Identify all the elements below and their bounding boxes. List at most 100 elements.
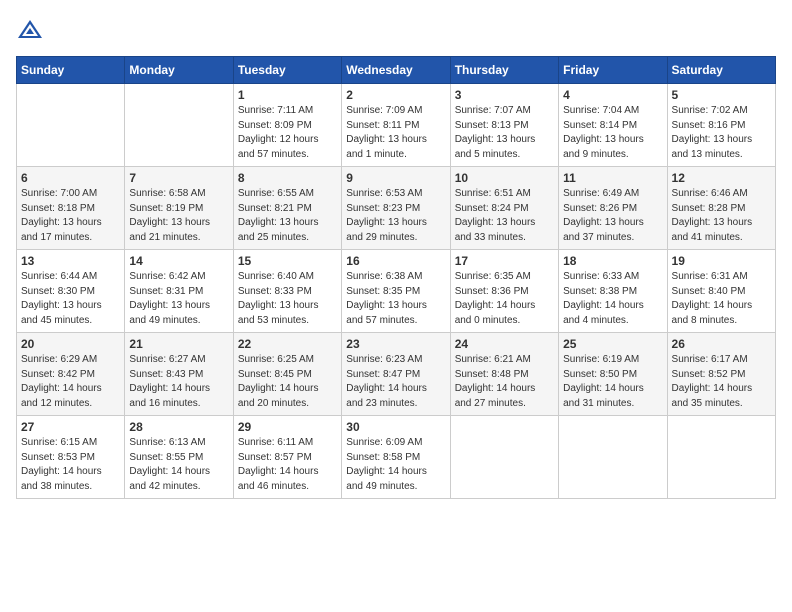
logo-icon — [16, 16, 44, 44]
calendar-cell: 14Sunrise: 6:42 AMSunset: 8:31 PMDayligh… — [125, 250, 233, 333]
calendar-week-row: 27 Sunrise: 6:15 AMSunset: 8:53 PMDayligh… — [17, 416, 776, 499]
day-info: Sunrise: 7:11 AMSunset: 8:09 PMDaylight:… — [238, 104, 337, 162]
calendar-cell: 10Sunrise: 6:51 AMSunset: 8:24 PMDayligh… — [450, 167, 558, 250]
calendar-week-row: 1 Sunrise: 7:11 AMSunset: 8:09 PMDaylight… — [17, 84, 776, 167]
calendar-cell: 13 Sunrise: 6:44 AMSunset: 8:30 PMDayligh… — [17, 250, 125, 333]
day-number: 27 — [21, 420, 120, 434]
logo — [16, 16, 48, 44]
calendar-cell — [17, 84, 125, 167]
weekday-header-row: SundayMondayTuesdayWednesdayThursdayFrid… — [17, 57, 776, 84]
calendar-week-row: 6 Sunrise: 7:00 AMSunset: 8:18 PMDaylight… — [17, 167, 776, 250]
day-info: Sunrise: 6:31 AMSunset: 8:40 PMDaylight:… — [672, 270, 771, 328]
day-info: Sunrise: 7:09 AMSunset: 8:11 PMDaylight:… — [346, 104, 445, 162]
calendar-cell: 25 Sunrise: 6:19 AMSunset: 8:50 PMDayligh… — [559, 333, 667, 416]
calendar-cell: 15Sunrise: 6:40 AMSunset: 8:33 PMDayligh… — [233, 250, 341, 333]
day-info: Sunrise: 6:53 AMSunset: 8:23 PMDaylight:… — [346, 187, 445, 245]
calendar-cell: 11Sunrise: 6:49 AMSunset: 8:26 PMDayligh… — [559, 167, 667, 250]
calendar-cell: 4 Sunrise: 7:04 AMSunset: 8:14 PMDaylight… — [559, 84, 667, 167]
day-info: Sunrise: 6:09 AMSunset: 8:58 PMDaylight:… — [346, 436, 445, 494]
weekday-header-sunday: Sunday — [17, 57, 125, 84]
calendar-cell — [667, 416, 775, 499]
day-number: 12 — [672, 171, 771, 185]
day-info: Sunrise: 6:21 AMSunset: 8:48 PMDaylight:… — [455, 353, 554, 411]
day-info: Sunrise: 6:25 AMSunset: 8:45 PMDaylight:… — [238, 353, 337, 411]
calendar-table: SundayMondayTuesdayWednesdayThursdayFrid… — [16, 56, 776, 499]
calendar-cell: 24 Sunrise: 6:21 AMSunset: 8:48 PMDayligh… — [450, 333, 558, 416]
day-info: Sunrise: 6:29 AMSunset: 8:42 PMDaylight:… — [21, 353, 120, 411]
calendar-cell: 2 Sunrise: 7:09 AMSunset: 8:11 PMDaylight… — [342, 84, 450, 167]
calendar-week-row: 20 Sunrise: 6:29 AMSunset: 8:42 PMDayligh… — [17, 333, 776, 416]
calendar-cell: 19 Sunrise: 6:31 AMSunset: 8:40 PMDayligh… — [667, 250, 775, 333]
day-number: 30 — [346, 420, 445, 434]
calendar-cell: 18 Sunrise: 6:33 AMSunset: 8:38 PMDayligh… — [559, 250, 667, 333]
day-number: 25 — [563, 337, 662, 351]
calendar-cell — [450, 416, 558, 499]
calendar-cell: 9 Sunrise: 6:53 AMSunset: 8:23 PMDaylight… — [342, 167, 450, 250]
calendar-cell: 8 Sunrise: 6:55 AMSunset: 8:21 PMDaylight… — [233, 167, 341, 250]
calendar-cell: 6 Sunrise: 7:00 AMSunset: 8:18 PMDaylight… — [17, 167, 125, 250]
day-number: 7 — [129, 171, 228, 185]
calendar-cell: 27 Sunrise: 6:15 AMSunset: 8:53 PMDayligh… — [17, 416, 125, 499]
day-info: Sunrise: 6:11 AMSunset: 8:57 PMDaylight:… — [238, 436, 337, 494]
day-number: 29 — [238, 420, 337, 434]
day-info: Sunrise: 6:44 AMSunset: 8:30 PMDaylight:… — [21, 270, 120, 328]
day-info: Sunrise: 6:40 AMSunset: 8:33 PMDaylight:… — [238, 270, 337, 328]
page-header — [16, 16, 776, 44]
day-number: 22 — [238, 337, 337, 351]
day-number: 20 — [21, 337, 120, 351]
day-number: 24 — [455, 337, 554, 351]
day-info: Sunrise: 6:33 AMSunset: 8:38 PMDaylight:… — [563, 270, 662, 328]
day-number: 16 — [346, 254, 445, 268]
calendar-cell: 29 Sunrise: 6:11 AMSunset: 8:57 PMDayligh… — [233, 416, 341, 499]
day-number: 21 — [129, 337, 228, 351]
day-number: 11 — [563, 171, 662, 185]
day-info: Sunrise: 6:19 AMSunset: 8:50 PMDaylight:… — [563, 353, 662, 411]
day-number: 2 — [346, 88, 445, 102]
day-number: 17 — [455, 254, 554, 268]
calendar-cell: 22 Sunrise: 6:25 AMSunset: 8:45 PMDayligh… — [233, 333, 341, 416]
day-info: Sunrise: 6:55 AMSunset: 8:21 PMDaylight:… — [238, 187, 337, 245]
day-info: Sunrise: 7:00 AMSunset: 8:18 PMDaylight:… — [21, 187, 120, 245]
calendar-cell: 28 Sunrise: 6:13 AMSunset: 8:55 PMDayligh… — [125, 416, 233, 499]
day-number: 13 — [21, 254, 120, 268]
day-number: 18 — [563, 254, 662, 268]
day-info: Sunrise: 6:23 AMSunset: 8:47 PMDaylight:… — [346, 353, 445, 411]
calendar-cell: 30 Sunrise: 6:09 AMSunset: 8:58 PMDayligh… — [342, 416, 450, 499]
calendar-cell: 26 Sunrise: 6:17 AMSunset: 8:52 PMDayligh… — [667, 333, 775, 416]
day-number: 5 — [672, 88, 771, 102]
day-number: 23 — [346, 337, 445, 351]
calendar-cell — [125, 84, 233, 167]
calendar-cell: 7 Sunrise: 6:58 AMSunset: 8:19 PMDaylight… — [125, 167, 233, 250]
day-number: 28 — [129, 420, 228, 434]
calendar-cell: 3 Sunrise: 7:07 AMSunset: 8:13 PMDaylight… — [450, 84, 558, 167]
calendar-cell: 12 Sunrise: 6:46 AMSunset: 8:28 PMDayligh… — [667, 167, 775, 250]
day-number: 10 — [455, 171, 554, 185]
day-info: Sunrise: 6:13 AMSunset: 8:55 PMDaylight:… — [129, 436, 228, 494]
day-info: Sunrise: 7:04 AMSunset: 8:14 PMDaylight:… — [563, 104, 662, 162]
calendar-week-row: 13 Sunrise: 6:44 AMSunset: 8:30 PMDayligh… — [17, 250, 776, 333]
day-info: Sunrise: 6:17 AMSunset: 8:52 PMDaylight:… — [672, 353, 771, 411]
calendar-cell: 16 Sunrise: 6:38 AMSunset: 8:35 PMDayligh… — [342, 250, 450, 333]
weekday-header-tuesday: Tuesday — [233, 57, 341, 84]
calendar-cell: 1 Sunrise: 7:11 AMSunset: 8:09 PMDaylight… — [233, 84, 341, 167]
day-number: 19 — [672, 254, 771, 268]
calendar-cell: 20 Sunrise: 6:29 AMSunset: 8:42 PMDayligh… — [17, 333, 125, 416]
day-info: Sunrise: 6:38 AMSunset: 8:35 PMDaylight:… — [346, 270, 445, 328]
day-info: Sunrise: 6:42 AMSunset: 8:31 PMDaylight:… — [129, 270, 228, 328]
day-info: Sunrise: 6:58 AMSunset: 8:19 PMDaylight:… — [129, 187, 228, 245]
day-info: Sunrise: 6:35 AMSunset: 8:36 PMDaylight:… — [455, 270, 554, 328]
day-info: Sunrise: 7:02 AMSunset: 8:16 PMDaylight:… — [672, 104, 771, 162]
day-number: 9 — [346, 171, 445, 185]
day-info: Sunrise: 6:15 AMSunset: 8:53 PMDaylight:… — [21, 436, 120, 494]
calendar-cell: 21Sunrise: 6:27 AMSunset: 8:43 PMDayligh… — [125, 333, 233, 416]
day-number: 4 — [563, 88, 662, 102]
day-number: 26 — [672, 337, 771, 351]
weekday-header-saturday: Saturday — [667, 57, 775, 84]
day-number: 1 — [238, 88, 337, 102]
day-number: 3 — [455, 88, 554, 102]
calendar-cell — [559, 416, 667, 499]
day-info: Sunrise: 7:07 AMSunset: 8:13 PMDaylight:… — [455, 104, 554, 162]
day-number: 8 — [238, 171, 337, 185]
day-number: 6 — [21, 171, 120, 185]
day-info: Sunrise: 6:46 AMSunset: 8:28 PMDaylight:… — [672, 187, 771, 245]
